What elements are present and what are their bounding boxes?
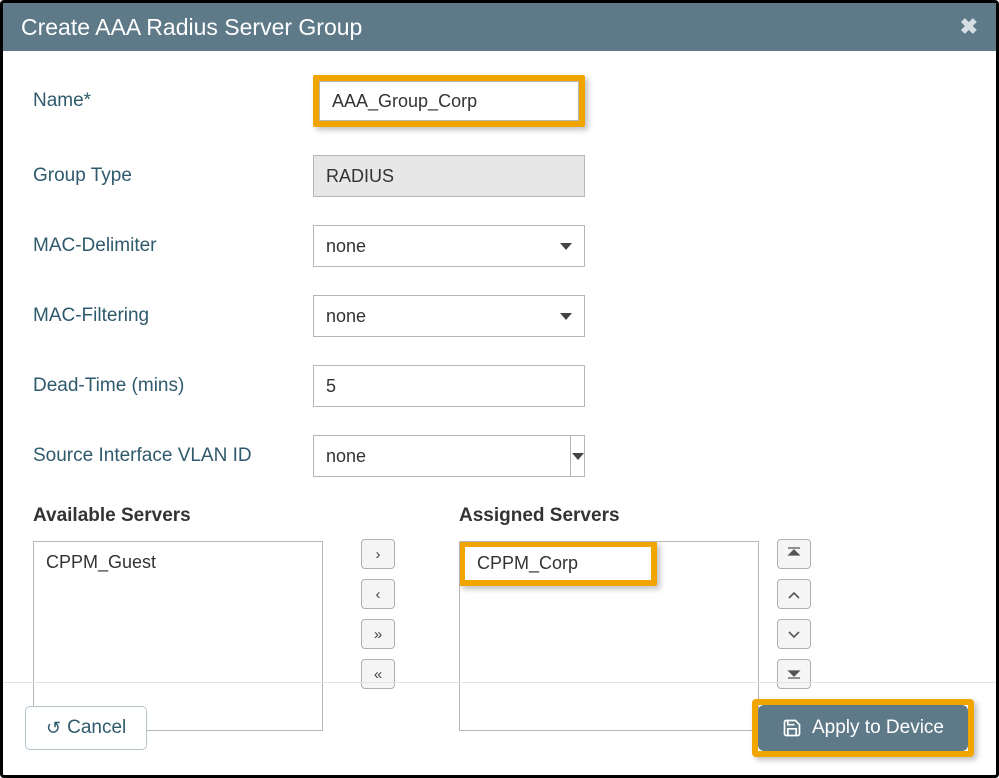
- row-mac-delimiter: MAC-Delimiter none: [33, 225, 966, 267]
- source-vlan-input[interactable]: [313, 435, 571, 477]
- group-type-value: RADIUS: [313, 155, 585, 197]
- chevron-down-icon: [560, 243, 572, 250]
- chevron-left-icon: ‹: [376, 586, 381, 603]
- label-mac-filtering: MAC-Filtering: [33, 305, 313, 327]
- modal-body: Name* Group Type RADIUS MAC-Delimiter no…: [3, 51, 996, 741]
- highlight-name: [313, 75, 585, 127]
- chevron-down-icon: [560, 313, 572, 320]
- mac-delimiter-select[interactable]: none: [313, 225, 585, 267]
- mac-filtering-value: none: [326, 306, 366, 327]
- label-name: Name*: [33, 90, 313, 112]
- modal-footer: ↺ Cancel Apply to Device: [3, 682, 996, 775]
- highlight-assigned: CPPM_Corp: [459, 541, 657, 586]
- save-icon: [782, 718, 802, 738]
- chevron-bar-down-icon: [787, 666, 801, 683]
- label-group-type: Group Type: [33, 165, 313, 187]
- label-source-vlan: Source Interface VLAN ID: [33, 445, 313, 467]
- chevron-up-icon: [788, 586, 800, 603]
- move-top-button[interactable]: [777, 539, 811, 569]
- label-dead-time: Dead-Time (mins): [33, 375, 313, 397]
- row-group-type: Group Type RADIUS: [33, 155, 966, 197]
- list-item[interactable]: CPPM_Guest: [34, 548, 322, 577]
- highlight-apply: Apply to Device: [752, 699, 974, 757]
- name-input[interactable]: [319, 81, 579, 121]
- label-mac-delimiter: MAC-Delimiter: [33, 235, 313, 257]
- close-icon[interactable]: ✖: [960, 14, 978, 40]
- row-source-vlan: Source Interface VLAN ID: [33, 435, 966, 477]
- row-dead-time: Dead-Time (mins): [33, 365, 966, 407]
- row-name: Name*: [33, 75, 966, 127]
- undo-icon: ↺: [46, 718, 61, 739]
- move-up-button[interactable]: [777, 579, 811, 609]
- available-title: Available Servers: [33, 505, 343, 527]
- double-chevron-left-icon: «: [374, 666, 382, 683]
- cancel-label: Cancel: [67, 717, 126, 739]
- cancel-button[interactable]: ↺ Cancel: [25, 706, 147, 750]
- assigned-title: Assigned Servers: [459, 505, 759, 527]
- dead-time-input[interactable]: [313, 365, 585, 407]
- chevron-right-icon: ›: [376, 546, 381, 563]
- chevron-down-icon: [572, 453, 584, 460]
- move-left-button[interactable]: ‹: [361, 579, 395, 609]
- modal-header: Create AAA Radius Server Group ✖: [3, 3, 996, 51]
- chevron-down-icon: [788, 626, 800, 643]
- chevron-bar-up-icon: [787, 546, 801, 563]
- move-all-right-button[interactable]: »: [361, 619, 395, 649]
- source-vlan-toggle[interactable]: [571, 435, 585, 477]
- double-chevron-right-icon: »: [374, 626, 382, 643]
- mac-delimiter-value: none: [326, 236, 366, 257]
- source-vlan-combo[interactable]: [313, 435, 585, 477]
- mac-filtering-select[interactable]: none: [313, 295, 585, 337]
- modal-title: Create AAA Radius Server Group: [21, 14, 362, 41]
- move-right-button[interactable]: ›: [361, 539, 395, 569]
- list-item[interactable]: CPPM_Corp: [465, 547, 651, 580]
- row-mac-filtering: MAC-Filtering none: [33, 295, 966, 337]
- move-down-button[interactable]: [777, 619, 811, 649]
- apply-label: Apply to Device: [812, 717, 944, 739]
- apply-button[interactable]: Apply to Device: [758, 705, 968, 751]
